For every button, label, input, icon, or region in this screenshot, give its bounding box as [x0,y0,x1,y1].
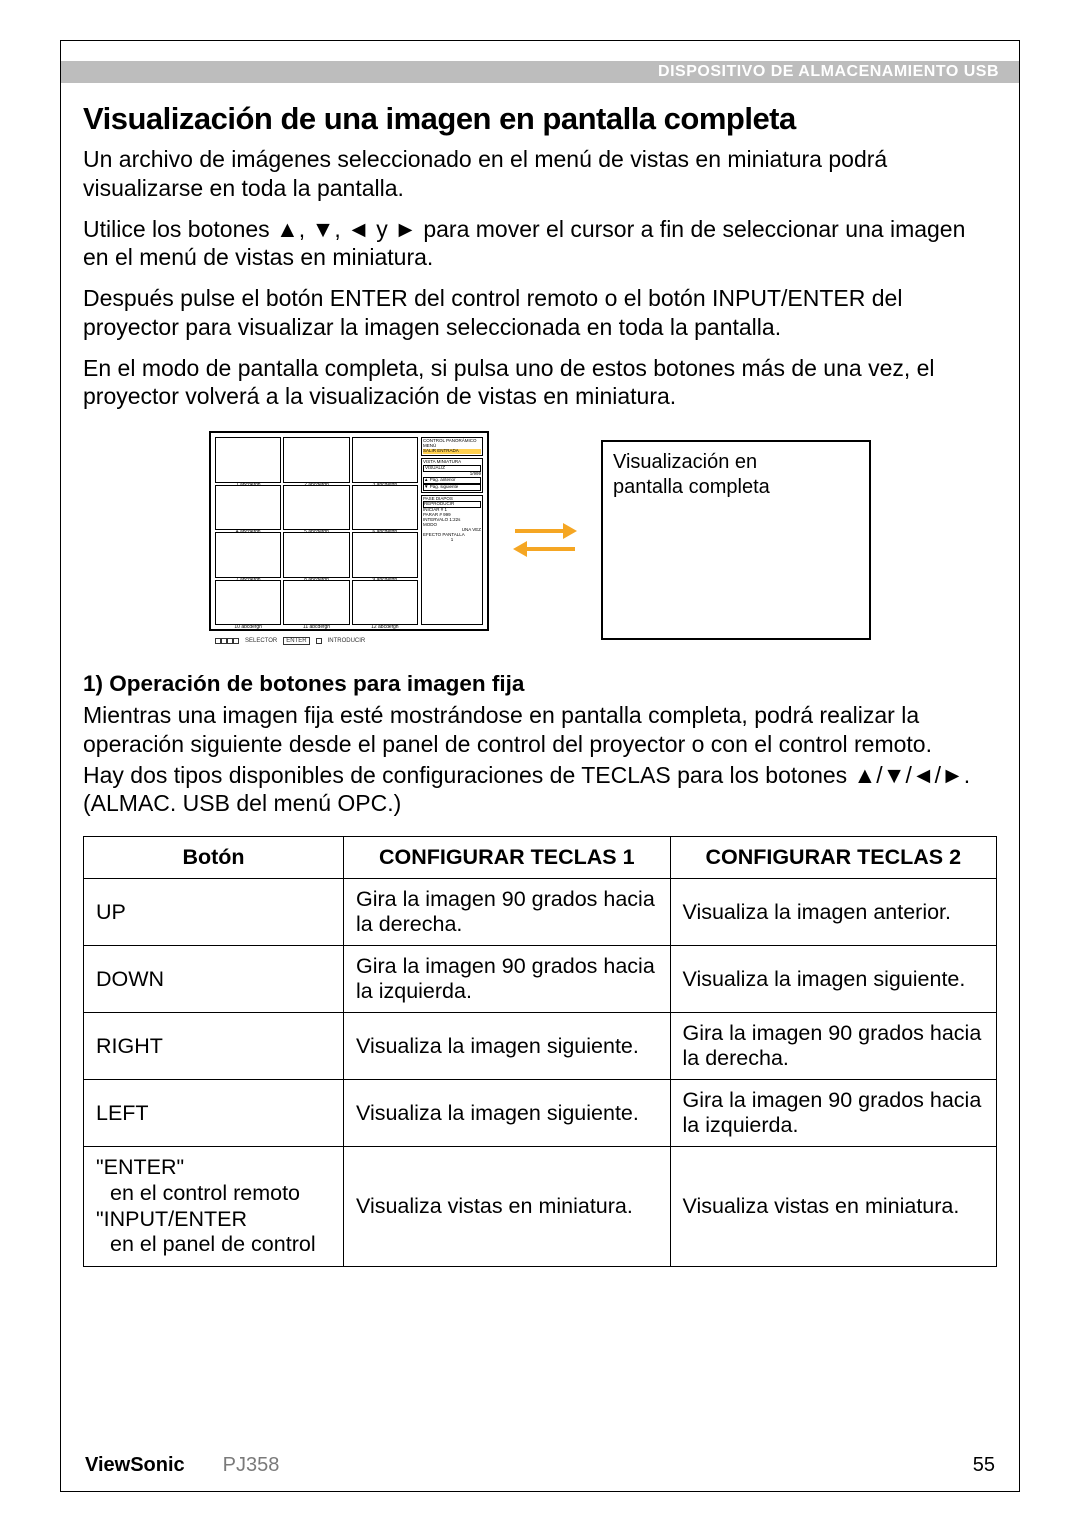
diagram-row: 1 abcdefgh2 abcdefgh3 abcdefgh 4 abcdefgh… [83,431,997,649]
thumbnail-cell: 4 abcdefgh [215,485,281,531]
paragraph-3: Después pulse el botón ENTER del control… [83,284,997,342]
table-row: UPGira la imagen 90 grados hacia la dere… [84,879,997,946]
fullscreen-figure: Visualización en pantalla completa [601,440,871,640]
thumbnail-cell: 5 abcdefgh [283,485,349,531]
transition-arrows [515,525,575,555]
thumbnail-cell: 8 abcdefgh [283,532,349,578]
paragraph-1: Un archivo de imágenes seleccionado en e… [83,145,997,203]
page-footer: ViewSonic PJ358 55 [85,1454,995,1477]
paragraph-2: Utilice los botones ▲, ▼, ◄ y ► para mov… [83,215,997,273]
footer-brand: ViewSonic [85,1454,185,1477]
thumbnail-menu-figure: 1 abcdefgh2 abcdefgh3 abcdefgh 4 abcdefgh… [209,431,489,649]
thumbnail-grid: 1 abcdefgh2 abcdefgh3 abcdefgh 4 abcdefgh… [215,437,418,625]
section-header: DISPOSITIVO DE ALMACENAMIENTO USB [61,61,1019,83]
subheading: 1) Operación de botones para imagen fija [83,671,997,697]
table-row: LEFTVisualiza la imagen siguiente.Gira l… [84,1080,997,1147]
arrow-right-icon [515,525,575,537]
th-button: Botón [84,837,344,879]
table-row: RIGHTVisualiza la imagen siguiente.Gira … [84,1013,997,1080]
thumbnail-cell: 1 abcdefgh [215,437,281,483]
table-row: "ENTER"en el control remoto"INPUT/ENTERe… [84,1147,997,1267]
table-row: DOWNGira la imagen 90 grados hacia la iz… [84,946,997,1013]
thumbnail-cell: 3 abcdefgh [352,437,418,483]
fullscreen-label-1: Visualización en [613,451,757,473]
footer-model: PJ358 [223,1454,280,1477]
th-config2: CONFIGURAR TECLAS 2 [670,837,997,879]
arrow-left-icon [515,543,575,555]
section-title: DISPOSITIVO DE ALMACENAMIENTO USB [658,63,999,81]
thumbnail-cell: 6 abcdefgh [352,485,418,531]
page-title: Visualización de una imagen en pantalla … [83,101,997,137]
thumbnail-cell: 7 abcdefgh [215,532,281,578]
paragraph-4: En el modo de pantalla completa, si puls… [83,354,997,412]
sub-paragraph-2: Hay dos tipos disponibles de configuraci… [83,761,997,819]
thumbnail-cell: 11 abcdefgh [283,580,349,626]
thumbnail-cell: 9 abcdefgh [352,532,418,578]
thumbnail-cell: 12 abcdefgh [352,580,418,626]
thumbnail-side-panel: CONTROL PANORÁMICO MENÚ SALIR ENTRADA VI… [421,437,483,625]
sub-paragraph-1: Mientras una imagen fija esté mostrándos… [83,701,997,759]
thumbnail-cell: 2 abcdefgh [283,437,349,483]
footer-page: 55 [973,1454,995,1477]
thumbnail-footer: SELECTOR ENTER INTRODUCIR [215,637,483,645]
thumbnail-cell: 10 abcdefgh [215,580,281,626]
fullscreen-label-2: pantalla completa [613,476,770,498]
keys-table: Botón CONFIGURAR TECLAS 1 CONFIGURAR TEC… [83,836,997,1267]
th-config1: CONFIGURAR TECLAS 1 [344,837,671,879]
keys-tbody: UPGira la imagen 90 grados hacia la dere… [84,879,997,1267]
